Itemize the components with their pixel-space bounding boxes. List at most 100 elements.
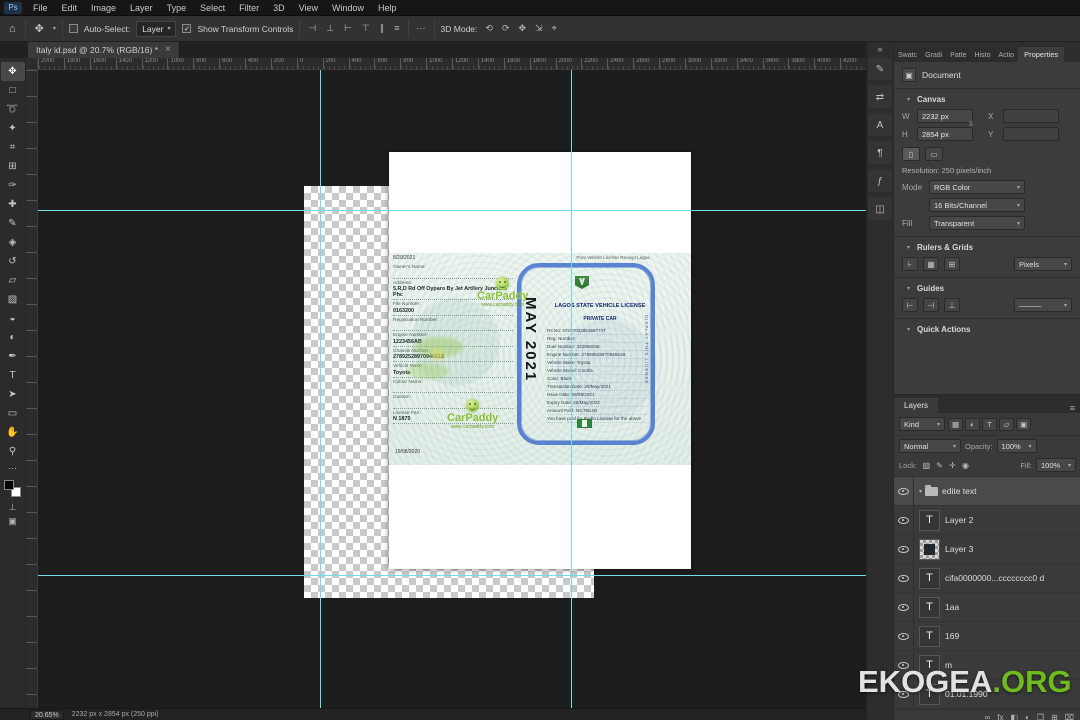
menu-help[interactable]: Help <box>371 0 404 16</box>
rectangular-marquee-tool[interactable]: □ <box>1 81 25 100</box>
menu-filter[interactable]: Filter <box>232 0 266 16</box>
link-dimensions-icon[interactable]: ∞ <box>966 121 975 127</box>
layer-effects-icon[interactable]: fx <box>997 713 1003 720</box>
menu-image[interactable]: Image <box>84 0 123 16</box>
menu-window[interactable]: Window <box>325 0 371 16</box>
canvas-viewport[interactable]: 5/29/2021 Print Vehicle License Receipt … <box>38 70 866 708</box>
menu-3d[interactable]: 3D <box>266 0 292 16</box>
adjustment-layer-icon[interactable]: ◐ <box>1025 713 1030 720</box>
guides-section-header[interactable]: ▾ Guides <box>894 278 1080 296</box>
layer-row[interactable]: T169 <box>894 622 1080 651</box>
blend-mode-dropdown[interactable]: Normal ▾ <box>899 439 961 453</box>
layer-row[interactable]: TLayer 2 <box>894 506 1080 535</box>
canvas-section-header[interactable]: ▾ Canvas <box>894 89 1080 107</box>
layer-row[interactable]: Layer 3 <box>894 535 1080 564</box>
color-mode-dropdown[interactable]: RGB Color ▾ <box>929 180 1025 194</box>
more-options-icon[interactable]: ⋯ <box>415 23 428 34</box>
tab-swatc[interactable]: Swatc <box>894 49 921 62</box>
delete-layer-icon[interactable]: ⌧ <box>1065 713 1074 720</box>
filter-adjustment-icon[interactable]: ◐ <box>965 418 980 431</box>
lock-all-icon[interactable]: ◉ <box>960 461 971 470</box>
guide-horizontal[interactable] <box>38 210 866 211</box>
eyedropper-tool[interactable]: ✑ <box>1 176 25 195</box>
guide-style-dropdown[interactable]: ——— ▾ <box>1014 298 1072 312</box>
history-brush-tool[interactable]: ↺ <box>1 252 25 271</box>
layer-visibility-toggle[interactable] <box>894 622 914 650</box>
blur-tool[interactable]: ◒ <box>1 309 25 328</box>
menu-file[interactable]: File <box>26 0 55 16</box>
frame-tool[interactable]: ⊞ <box>1 157 25 176</box>
3d-rotate-icon[interactable]: ⟲ <box>483 23 495 34</box>
dodge-tool[interactable]: ◐ <box>1 328 25 347</box>
type-tool[interactable]: T <box>1 366 25 385</box>
toggle-rulers-button[interactable]: ⊦ <box>902 257 918 271</box>
filter-pixel-icon[interactable]: ▦ <box>948 418 963 431</box>
zoom-level-field[interactable]: 20.65% <box>30 710 64 720</box>
brush-settings-panel-icon[interactable]: ✎ <box>868 58 892 80</box>
fill-dropdown[interactable]: 100% ▾ <box>1036 458 1076 472</box>
collapse-panels-icon[interactable]: « <box>877 44 882 58</box>
layer-row[interactable]: T1aa <box>894 593 1080 622</box>
chevron-down-icon[interactable]: ▾ <box>919 488 922 495</box>
layer-visibility-toggle[interactable] <box>894 535 914 563</box>
document-tab[interactable]: Italy id.psd @ 20.7% (RGB/16) * × <box>28 42 180 58</box>
move-tool-preset-icon[interactable]: ✥ <box>32 22 47 35</box>
color-swatches[interactable] <box>4 480 21 497</box>
align-left-icon[interactable]: ⊣ <box>306 23 318 34</box>
tab-properties[interactable]: Properties <box>1018 47 1064 62</box>
guide-vertical[interactable] <box>571 70 572 708</box>
lock-position-icon[interactable]: ✛ <box>947 461 958 470</box>
zoom-tool[interactable]: ⚲ <box>1 442 25 461</box>
quick-selection-tool[interactable]: ✦ <box>1 119 25 138</box>
landscape-orientation-button[interactable]: ▭ <box>925 147 943 161</box>
crop-tool[interactable]: ⌗ <box>1 138 25 157</box>
align-right-icon[interactable]: ⊢ <box>342 23 354 34</box>
show-transform-controls-checkbox[interactable]: ✓ <box>182 24 191 33</box>
menu-select[interactable]: Select <box>193 0 232 16</box>
layer-filter-kind-dropdown[interactable]: Kind ▾ <box>899 417 945 431</box>
brush-tool[interactable]: ✎ <box>1 214 25 233</box>
layer-row[interactable]: Tcifa0000000...cccccccc0 d <box>894 564 1080 593</box>
layer-group-icon[interactable]: ❒ <box>1037 713 1044 720</box>
filter-smart-object-icon[interactable]: ▣ <box>1016 418 1031 431</box>
canvas-fill-dropdown[interactable]: Transparent ▾ <box>929 216 1025 230</box>
libraries-panel-icon[interactable]: ◫ <box>868 198 892 220</box>
tab-patte[interactable]: Patte <box>946 49 970 62</box>
rulers-grids-section-header[interactable]: ▾ Rulers & Grids <box>894 237 1080 255</box>
symmetry-panel-icon[interactable]: ⇄ <box>868 86 892 108</box>
layer-visibility-toggle[interactable] <box>894 564 914 592</box>
guide-horizontal[interactable] <box>38 575 866 576</box>
filter-type-icon[interactable]: T <box>982 418 997 431</box>
horizontal-ruler[interactable]: 2000180016001400120010008006004002000200… <box>38 58 866 70</box>
toggle-guides-button[interactable]: ⊢ <box>902 298 918 312</box>
character-panel-icon[interactable]: A <box>868 114 892 136</box>
3d-drag-icon[interactable]: ✥ <box>516 23 528 34</box>
lock-pixels-icon[interactable]: ✎ <box>934 461 945 470</box>
foreground-color-swatch[interactable] <box>4 480 14 490</box>
toggle-grid-button[interactable]: ▦ <box>923 257 939 271</box>
lock-guides-button[interactable]: ⊣ <box>923 298 939 312</box>
hand-tool[interactable]: ✋ <box>1 423 25 442</box>
eraser-tool[interactable]: ▱ <box>1 271 25 290</box>
menu-layer[interactable]: Layer <box>123 0 160 16</box>
align-top-icon[interactable]: ⊤ <box>360 23 372 34</box>
canvas-x-field[interactable] <box>1003 109 1059 123</box>
clone-stamp-tool[interactable]: ◈ <box>1 233 25 252</box>
home-icon[interactable]: ⌂ <box>6 23 19 35</box>
3d-roll-icon[interactable]: ⟳ <box>500 23 512 34</box>
path-selection-tool[interactable]: ➤ <box>1 385 25 404</box>
distribute-v-icon[interactable]: ≡ <box>392 23 401 34</box>
tab-actio[interactable]: Actio <box>995 49 1019 62</box>
align-center-h-icon[interactable]: ⊥ <box>324 23 336 34</box>
layer-visibility-toggle[interactable] <box>894 593 914 621</box>
portrait-orientation-button[interactable]: ▯ <box>902 147 920 161</box>
tab-gradi[interactable]: Gradi <box>921 49 946 62</box>
3d-scale-icon[interactable]: ⌖ <box>550 23 559 34</box>
tab-layers[interactable]: Layers <box>894 398 938 413</box>
auto-select-checkbox[interactable] <box>69 24 78 33</box>
layer-mask-icon[interactable]: ◧ <box>1011 713 1019 720</box>
menu-view[interactable]: View <box>292 0 325 16</box>
move-tool[interactable]: ✥ <box>1 62 25 81</box>
clear-guides-button[interactable]: ⊥ <box>944 298 960 312</box>
quick-actions-section-header[interactable]: ▾ Quick Actions <box>894 319 1080 337</box>
